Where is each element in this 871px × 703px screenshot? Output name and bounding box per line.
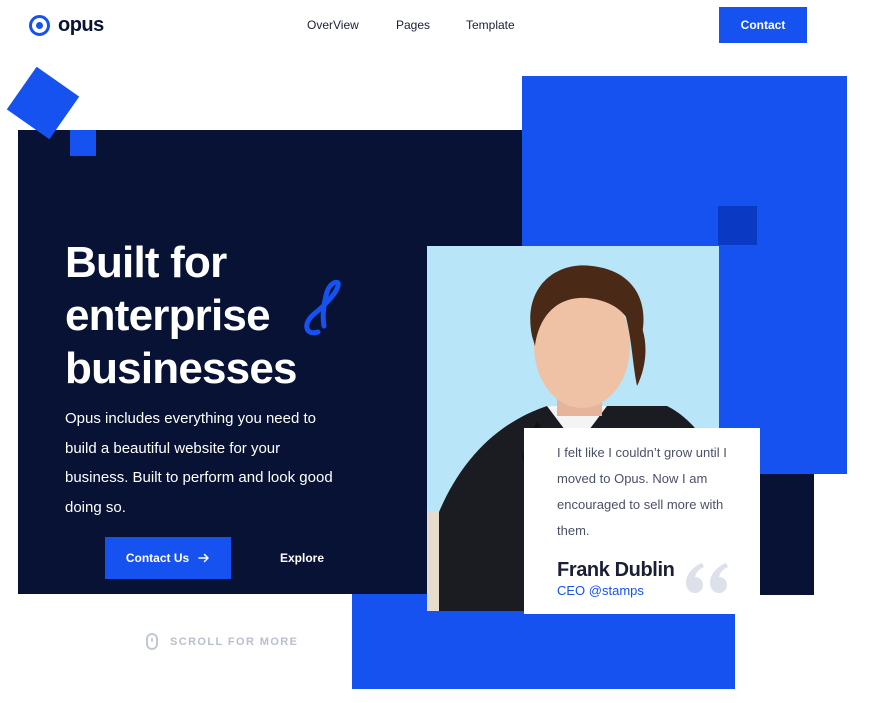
- author-handle[interactable]: @stamps: [589, 583, 644, 598]
- logo-text: opus: [58, 14, 104, 36]
- testimonial-quote: I felt like I couldn’t grow until I move…: [557, 445, 727, 538]
- hero-title-line-2: enterprise: [65, 291, 271, 340]
- contact-us-label: Contact Us: [125, 551, 190, 565]
- decorative-rotated-square: [6, 66, 80, 140]
- hero-title-line-1: Built for: [65, 238, 227, 287]
- contact-us-button[interactable]: Contact Us: [105, 537, 231, 579]
- decorative-dark-square: [718, 206, 757, 245]
- scroll-label: SCROLL FOR MORE: [170, 635, 299, 648]
- arrow-right-icon: [198, 553, 209, 563]
- hero-title-line-3: businesses: [65, 344, 297, 393]
- decorative-small-square: [70, 130, 96, 156]
- hero-description: Opus includes everything you need to bui…: [65, 410, 333, 516]
- nav-item-pages[interactable]: Pages: [396, 18, 430, 32]
- author-title: CEO: [557, 583, 589, 598]
- author-name: Frank Dublin: [557, 559, 675, 581]
- logo-icon: [29, 15, 50, 36]
- explore-link[interactable]: Explore: [280, 551, 324, 565]
- scroll-indicator[interactable]: SCROLL FOR MORE: [146, 633, 298, 650]
- nav-item-template[interactable]: Template: [466, 18, 515, 32]
- hero-title: Built for enterprise businesses: [65, 236, 297, 395]
- nav-item-overview[interactable]: OverView: [307, 18, 360, 32]
- quote-icon: [686, 563, 728, 593]
- squiggle-decoration: [304, 280, 341, 336]
- mouse-icon: [146, 633, 158, 650]
- author-role: CEO @stamps: [557, 583, 644, 598]
- testimonial-card: I felt like I couldn’t grow until I move…: [524, 428, 760, 614]
- logo[interactable]: opus: [29, 14, 104, 37]
- main-nav: OverView Pages Template: [307, 18, 515, 32]
- contact-button[interactable]: Contact: [719, 7, 807, 43]
